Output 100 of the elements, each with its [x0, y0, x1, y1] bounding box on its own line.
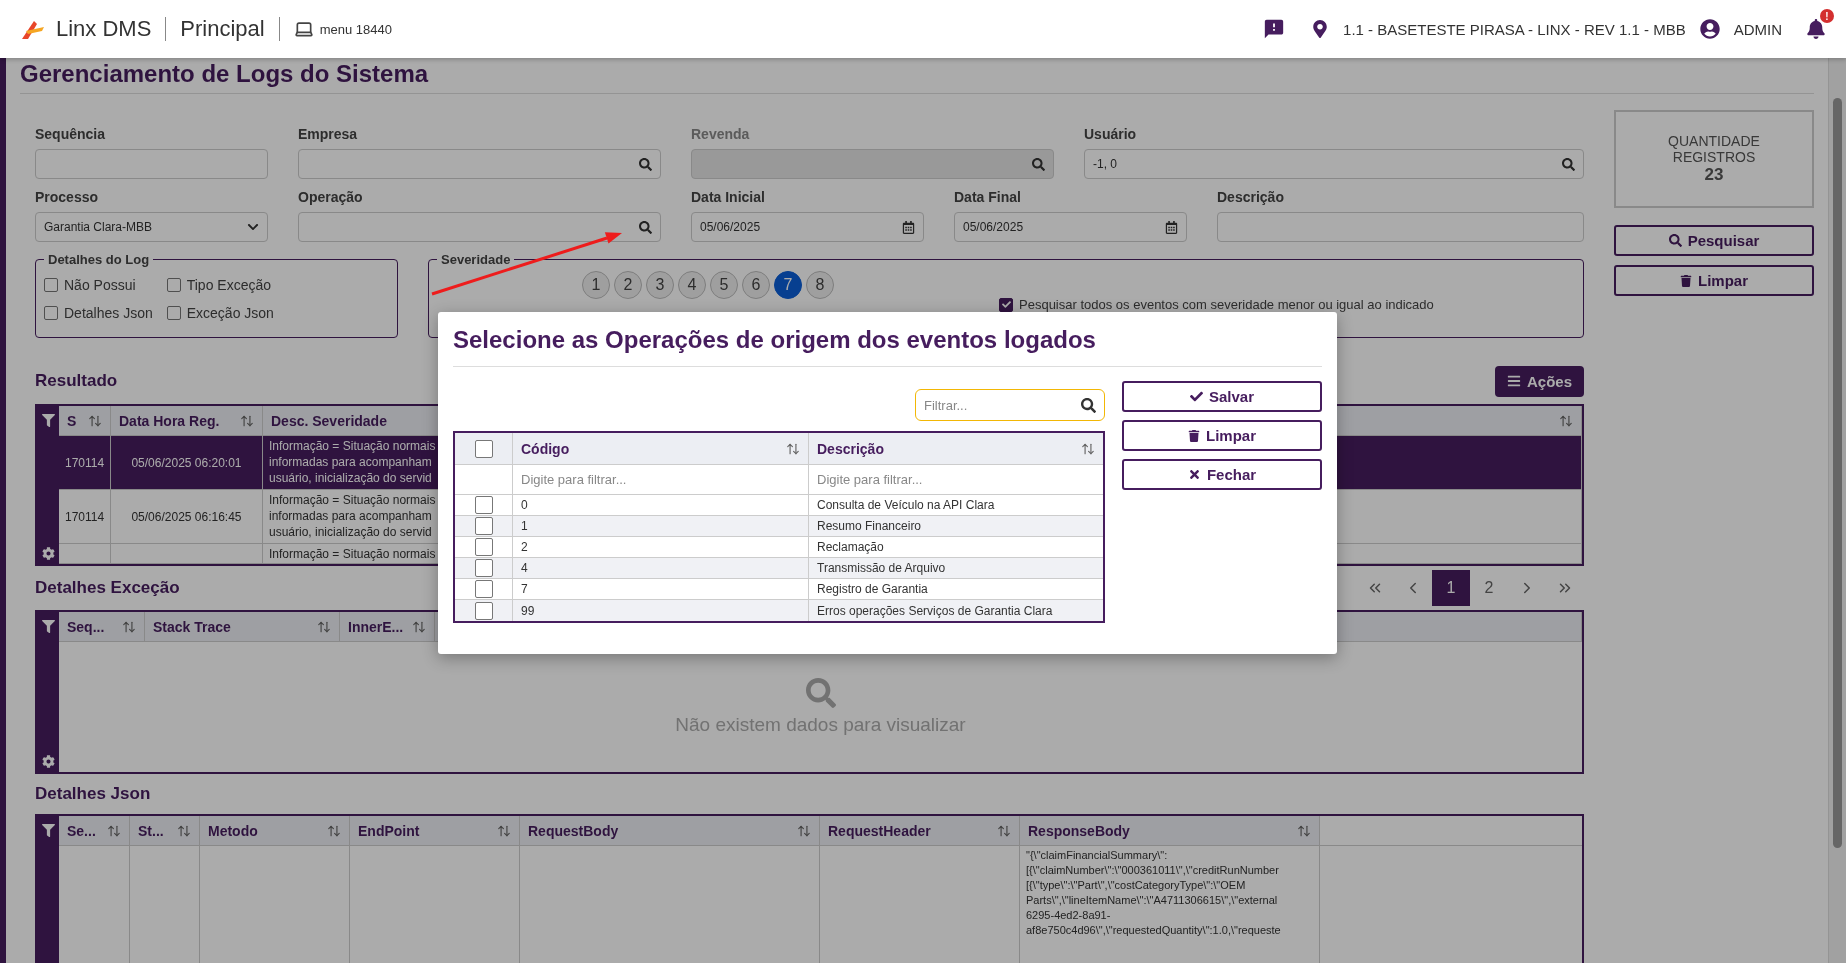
filter-field[interactable]: Filtrar...	[915, 389, 1105, 421]
checkbox[interactable]	[166, 306, 181, 320]
input-field[interactable]	[298, 212, 661, 242]
severity-level[interactable]: 5	[710, 271, 738, 299]
input-field[interactable]	[35, 149, 268, 179]
input-field[interactable]: -1, 0	[1084, 149, 1584, 179]
column-header[interactable]: RequestBody	[520, 816, 820, 845]
row-checkbox[interactable]	[474, 559, 493, 577]
checkbox[interactable]	[999, 297, 1013, 312]
search-icon[interactable]	[639, 220, 652, 234]
sort-icon[interactable]	[412, 619, 426, 634]
record-count: 23	[1704, 165, 1724, 185]
close-icon	[1187, 468, 1201, 481]
column-header[interactable]: Metodo	[200, 816, 350, 845]
column-header[interactable]: S	[59, 406, 111, 435]
calendar-icon[interactable]	[1165, 220, 1178, 234]
page-scrollbar[interactable]	[1828, 58, 1846, 963]
row-checkbox[interactable]	[474, 580, 493, 598]
sort-icon[interactable]	[240, 413, 254, 428]
input-field[interactable]	[298, 149, 661, 179]
column-filter-field[interactable]: Digite para filtrar...	[817, 472, 1095, 487]
row-checkbox[interactable]	[474, 601, 493, 620]
chat-alert-icon[interactable]	[1263, 18, 1286, 40]
filter-icon[interactable]	[41, 824, 55, 837]
section-title: Detalhes Json	[35, 784, 151, 804]
column-header[interactable]: Código	[521, 440, 570, 457]
sort-icon[interactable]	[786, 441, 800, 456]
location-pin-icon[interactable]	[1311, 20, 1330, 38]
select-all-checkbox[interactable]	[474, 439, 493, 458]
page-number[interactable]: 2	[1470, 570, 1508, 606]
column-header[interactable]: Descrição	[817, 440, 884, 457]
chevron-down-icon[interactable]	[247, 221, 259, 233]
sort-icon[interactable]	[327, 823, 341, 838]
dropdown[interactable]: Garantia Clara-MBB	[35, 212, 268, 242]
checkbox[interactable]	[44, 278, 58, 292]
checkbox[interactable]	[44, 306, 58, 320]
sort-icon[interactable]	[997, 823, 1011, 838]
table-cell: 05/06/2025 06:20:01	[131, 455, 242, 470]
field-label: Usuário	[1084, 126, 1138, 142]
table-cell: Registro de Garantia	[817, 582, 928, 596]
search-icon[interactable]	[639, 157, 652, 171]
notification-bell-icon[interactable]	[1806, 19, 1826, 39]
sort-icon[interactable]	[88, 413, 102, 428]
column-filter-field[interactable]: Digite para filtrar...	[521, 472, 800, 487]
field-label: Operação	[298, 189, 364, 205]
column-header[interactable]: St...	[130, 816, 200, 845]
table-cell-text: Informação = Situação normais	[269, 546, 436, 562]
group-title: Severidade	[440, 252, 512, 267]
severity-level[interactable]: 1	[582, 271, 610, 299]
column-header[interactable]: Seq...	[59, 612, 145, 641]
actions-button[interactable]: Ações	[1494, 365, 1584, 397]
dialog-button[interactable]: Salvar	[1122, 381, 1322, 412]
column-header[interactable]: ResponseBody	[1020, 816, 1320, 845]
sort-icon[interactable]	[1559, 413, 1573, 428]
row-checkbox[interactable]	[474, 496, 493, 514]
severity-level[interactable]: 2	[614, 271, 642, 299]
side-button[interactable]: Limpar	[1614, 265, 1814, 296]
empty-message: Não existem dados para visualizar	[675, 714, 966, 736]
row-checkbox[interactable]	[474, 517, 493, 535]
input-field[interactable]: 05/06/2025	[691, 212, 924, 242]
menu-code: menu 18440	[319, 21, 392, 37]
sort-icon[interactable]	[317, 619, 331, 634]
side-button[interactable]: Pesquisar	[1614, 225, 1814, 256]
severity-level[interactable]: 7	[774, 271, 802, 299]
input-field[interactable]	[1217, 212, 1584, 242]
severity-level[interactable]: 8	[806, 271, 834, 299]
column-header[interactable]: Data Hora Reg.	[111, 406, 263, 435]
column-header[interactable]: Stack Trace	[145, 612, 340, 641]
user-icon[interactable]	[1699, 19, 1720, 39]
filter-icon[interactable]	[41, 620, 55, 633]
column-header[interactable]: EndPoint	[350, 816, 520, 845]
checkbox[interactable]	[166, 278, 181, 292]
sort-icon[interactable]	[1297, 823, 1311, 838]
page-number[interactable]: 1	[1432, 570, 1470, 606]
column-header[interactable]: RequestHeader	[820, 816, 1020, 845]
column-header[interactable]: Se...	[59, 816, 130, 845]
dialog-button[interactable]: Limpar	[1122, 420, 1322, 451]
sort-icon[interactable]	[797, 823, 811, 838]
filter-icon[interactable]	[41, 414, 55, 427]
dialog-button[interactable]: Fechar	[1122, 459, 1322, 490]
settings-icon[interactable]	[41, 547, 55, 560]
severity-level[interactable]: 4	[678, 271, 706, 299]
search-icon[interactable]	[1081, 397, 1096, 413]
sort-icon[interactable]	[177, 823, 191, 838]
calendar-icon[interactable]	[902, 220, 915, 234]
severity-level[interactable]: 6	[742, 271, 770, 299]
severity-level[interactable]: 3	[646, 271, 674, 299]
settings-icon[interactable]	[41, 755, 55, 768]
sort-icon[interactable]	[107, 823, 121, 838]
input-field[interactable]: 05/06/2025	[954, 212, 1187, 242]
sort-icon[interactable]	[1081, 441, 1095, 456]
sort-icon[interactable]	[497, 823, 511, 838]
sort-icon[interactable]	[122, 619, 136, 634]
search-icon[interactable]	[1562, 157, 1575, 171]
location-text: 1.1 - BASETESTE PIRASA - LINX - REV 1.1 - MBB	[1343, 20, 1686, 38]
search-icon	[805, 678, 836, 708]
table-cell: 2	[521, 540, 528, 554]
column-header[interactable]: InnerE...	[340, 612, 435, 641]
table-cell: 05/06/2025 06:16:45	[131, 509, 242, 524]
row-checkbox[interactable]	[474, 538, 493, 556]
